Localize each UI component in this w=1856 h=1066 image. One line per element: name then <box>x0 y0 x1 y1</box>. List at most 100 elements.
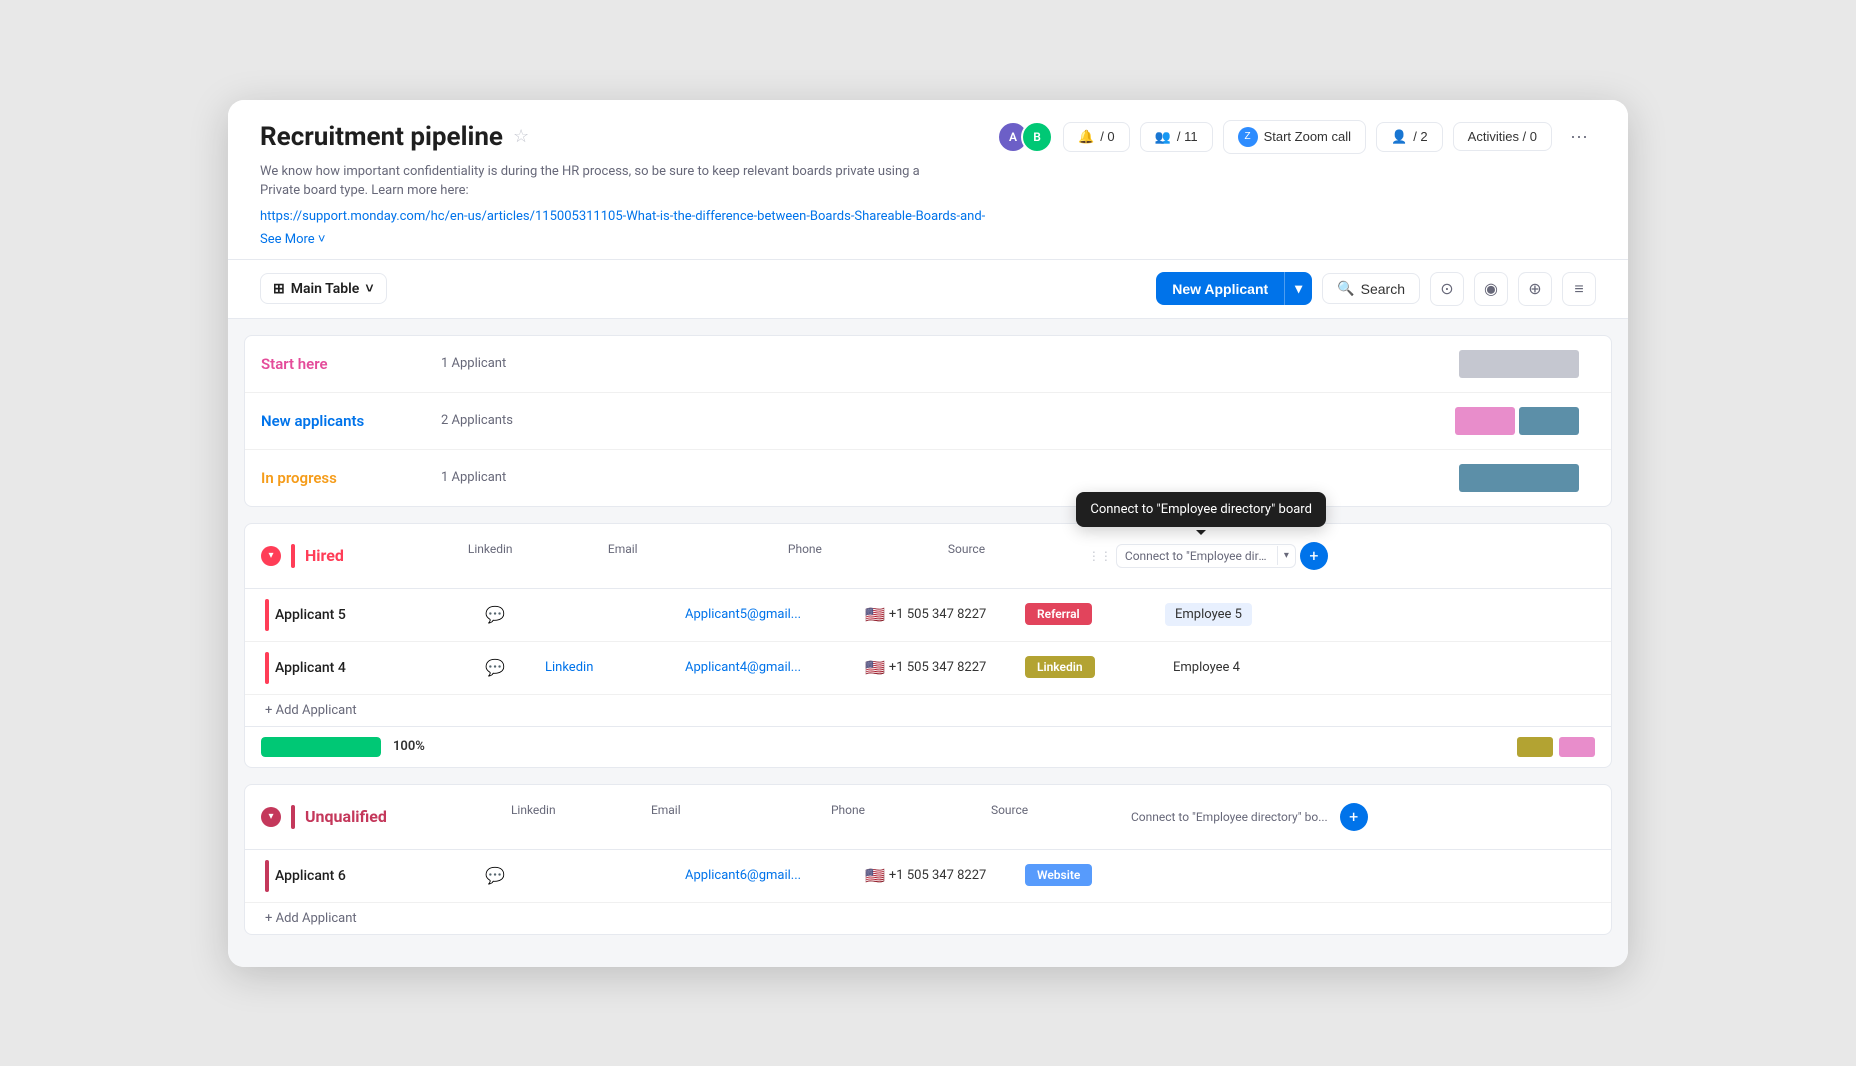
phone-number: +1 505 347 8227 <box>889 868 986 883</box>
email-link[interactable]: Applicant6@gmail... <box>685 868 801 883</box>
see-more-btn[interactable]: See More ˅ <box>260 232 326 247</box>
col-header-linkedin: Linkedin <box>464 536 604 576</box>
search-icon: 🔍 <box>1337 280 1354 297</box>
email-link[interactable]: Applicant5@gmail... <box>685 607 801 622</box>
comment-cell[interactable]: 💬 <box>481 856 541 895</box>
search-btn[interactable]: 🔍 Search <box>1322 273 1420 304</box>
person-filter-btn[interactable]: ⊙ <box>1430 272 1464 306</box>
avatar-2[interactable]: B <box>1021 121 1053 153</box>
col-dots-icon: ⋮⋮ <box>1088 549 1112 563</box>
employee-cell: Employee 5 <box>1161 597 1381 632</box>
person-icon: ⊙ <box>1440 279 1453 298</box>
col-header-email: Email <box>647 797 827 837</box>
connect-dropdown-arrow-icon: ▾ <box>1277 546 1295 565</box>
col-header-blank <box>447 797 507 837</box>
email-link[interactable]: Applicant4@gmail... <box>685 660 801 675</box>
hired-collapse-btn[interactable]: ▾ <box>261 546 281 566</box>
swatch-referral <box>1559 737 1595 757</box>
activities-btn[interactable]: Activities / 0 <box>1453 122 1552 151</box>
members-btn[interactable]: 👥 / 11 <box>1140 122 1213 152</box>
page-title: Recruitment pipeline <box>260 122 503 152</box>
comment-cell[interactable]: 💬 <box>481 648 541 687</box>
new-applicant-dropdown-arrow[interactable]: ▾ <box>1284 272 1312 305</box>
table-area: Start here 1 Applicant New applicants 2 … <box>228 319 1628 967</box>
employee-cell <box>1161 866 1381 886</box>
source-badge: Referral <box>1025 603 1092 625</box>
members-icon: 👥 <box>1155 129 1171 145</box>
users-count: / 2 <box>1413 129 1427 144</box>
notifications-btn[interactable]: 🔔 / 0 <box>1063 122 1130 152</box>
col-spacer <box>1545 536 1595 576</box>
employee-cell: Employee 4 <box>1161 650 1381 685</box>
summary-name-new: New applicants <box>261 412 441 430</box>
applicant-name: Applicant 6 <box>275 868 346 884</box>
hired-group-header: ▾ Hired Linkedin Email Phone Source ⋮⋮ <box>245 524 1611 589</box>
app-window: Recruitment pipeline ☆ A B 🔔 / 0 👥 / 11 <box>228 100 1628 967</box>
col-spacer <box>1545 797 1595 837</box>
header-actions: A B 🔔 / 0 👥 / 11 Z Start Zoom call <box>997 120 1596 154</box>
star-icon[interactable]: ☆ <box>513 126 529 147</box>
pin-icon: ⊕ <box>1528 279 1541 298</box>
phone-cell: 🇺🇸 +1 505 347 8227 <box>861 856 1021 895</box>
title-area: Recruitment pipeline ☆ <box>260 122 529 152</box>
toolbar-left: ⊞ Main Table ˅ <box>260 273 387 304</box>
add-applicant-label: + Add Applicant <box>265 911 357 926</box>
hired-group: ▾ Hired Linkedin Email Phone Source ⋮⋮ <box>244 523 1612 768</box>
bar-segment-2 <box>1519 407 1579 435</box>
comment-icon: 💬 <box>485 658 505 677</box>
summary-row-progress: In progress 1 Applicant <box>245 450 1611 506</box>
progress-bar <box>261 737 381 757</box>
row-actions-cell <box>1381 866 1431 886</box>
hired-color-bar <box>291 544 295 568</box>
pin-btn[interactable]: ⊕ <box>1518 272 1552 306</box>
users-btn[interactable]: 👤 / 2 <box>1376 122 1443 152</box>
employee-value: Employee 5 <box>1165 603 1252 626</box>
add-applicant-row-unqualified[interactable]: + Add Applicant <box>245 903 1611 934</box>
comment-cell[interactable]: 💬 <box>481 595 541 634</box>
users-icon: 👤 <box>1391 129 1407 145</box>
new-applicant-btn[interactable]: New Applicant ▾ <box>1156 272 1312 305</box>
eye-icon: ◉ <box>1484 279 1498 298</box>
table-selector[interactable]: ⊞ Main Table ˅ <box>260 273 387 304</box>
collapse-icon: ▾ <box>268 550 273 561</box>
row-color-bar <box>265 599 269 631</box>
source-cell: Referral <box>1021 597 1161 632</box>
summary-row-start: Start here 1 Applicant <box>245 336 1611 393</box>
source-cell: Website <box>1021 858 1161 893</box>
applicant-name: Applicant 5 <box>275 607 346 623</box>
view-btn[interactable]: ◉ <box>1474 272 1508 306</box>
members-count: / 11 <box>1177 129 1198 144</box>
toolbar: ⊞ Main Table ˅ New Applicant ▾ 🔍 Search … <box>228 260 1628 319</box>
summary-bar-new <box>561 407 1595 435</box>
more-menu-btn[interactable]: ··· <box>1562 122 1596 151</box>
bar-segment <box>1459 350 1579 378</box>
progress-fill <box>261 737 381 757</box>
unqualified-collapse-btn[interactable]: ▾ <box>261 807 281 827</box>
add-applicant-row[interactable]: + Add Applicant <box>245 695 1611 726</box>
zoom-label: Start Zoom call <box>1264 129 1351 144</box>
col-header-source: Source <box>944 536 1084 576</box>
linkedin-link[interactable]: Linkedin <box>545 660 593 675</box>
footer-swatches <box>1517 737 1595 757</box>
connect-dropdown[interactable]: Connect to "Employee directo..." ▾ <box>1116 544 1296 568</box>
progress-footer: 100% <box>245 726 1611 767</box>
bar-segment-progress <box>1459 464 1579 492</box>
add-column-btn-unqualified[interactable]: + <box>1340 803 1368 831</box>
applicant-name-cell: Applicant 6 <box>261 850 481 902</box>
unqualified-color-bar <box>291 805 295 829</box>
comment-icon: 💬 <box>485 866 505 885</box>
table-name: Main Table <box>291 281 360 297</box>
add-applicant-label: + Add Applicant <box>265 703 357 718</box>
learn-more-link[interactable]: https://support.monday.com/hc/en-us/arti… <box>260 209 985 224</box>
bell-icon: 🔔 <box>1078 129 1094 145</box>
avatar-stack: A B <box>997 121 1053 153</box>
start-zoom-btn[interactable]: Z Start Zoom call <box>1223 120 1366 154</box>
summary-count-new: 2 Applicants <box>441 413 561 428</box>
swatch-linkedin <box>1517 737 1553 757</box>
add-column-btn[interactable]: + <box>1300 542 1328 570</box>
summary-row-new: New applicants 2 Applicants <box>245 393 1611 450</box>
filter-btn[interactable]: ≡ <box>1562 272 1596 306</box>
bar-segment-1 <box>1455 407 1515 435</box>
connect-col-label: Connect to "Employee directory" bo... <box>1131 810 1328 824</box>
col-header-email: Email <box>604 536 784 576</box>
